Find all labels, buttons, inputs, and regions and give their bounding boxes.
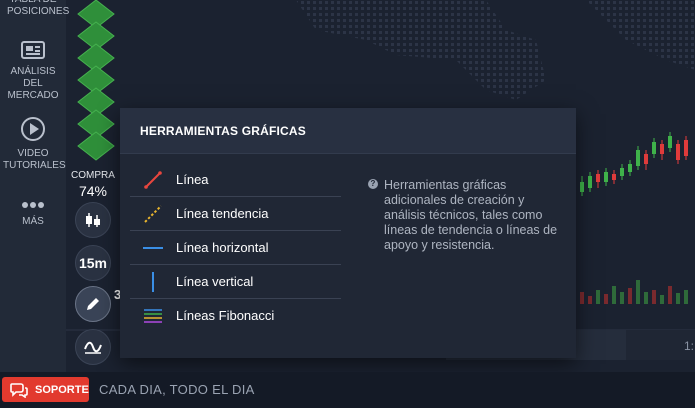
sidebar-item-label: VIDEO TUTORIALES: [3, 148, 66, 171]
tool-label: Línea horizontal: [176, 240, 269, 255]
description-text: Herramientas gráficas adicionales de cre…: [384, 178, 558, 252]
tool-item-line[interactable]: Línea: [130, 163, 341, 197]
sidebar-item-more[interactable]: MÁS: [0, 200, 66, 228]
candlesticks: [580, 132, 688, 196]
tool-label: Líneas Fibonacci: [176, 308, 275, 323]
help-icon: ?: [368, 179, 378, 189]
sidebar-item-market-analysis[interactable]: ANÁLISIS DEL MERCADO: [0, 40, 66, 102]
support-button[interactable]: SOPORTE: [2, 377, 89, 402]
volume-bars: [580, 280, 688, 304]
line-icon: [144, 170, 162, 189]
bottom-bar: SOPORTE CADA DIA, TODO EL DIA: [0, 372, 695, 408]
sidebar-item-label: MÁS: [22, 216, 44, 227]
left-sidebar: TABLA DE POSICIONES ANÁLISIS DEL MERCADO…: [0, 0, 70, 372]
tool-label: Línea: [176, 172, 209, 187]
chart-type-button[interactable]: [75, 202, 111, 238]
support-label: SOPORTE: [35, 383, 89, 396]
tools-menu: Línea Línea tendencia Línea horizontal L…: [130, 163, 341, 332]
sidebar-item-positions[interactable]: TABLA DE POSICIONES: [0, 0, 70, 18]
time-axis-label: 1:: [684, 339, 694, 353]
wave-icon: [84, 341, 102, 354]
chart-toolbar: 15m: [72, 0, 116, 372]
play-icon: [21, 117, 45, 141]
candlestick-icon: [86, 213, 100, 227]
sidebar-item-video-tutorials[interactable]: VIDEO TUTORIALES: [0, 116, 66, 172]
panel-title: HERRAMIENTAS GRÁFICAS: [140, 124, 306, 138]
chart-tools-panel: HERRAMIENTAS GRÁFICAS Línea Línea tenden…: [120, 108, 576, 358]
sidebar-item-label: ANÁLISIS DEL MERCADO: [7, 66, 59, 101]
timeframe-button[interactable]: 15m: [75, 245, 111, 281]
drawing-tools-button[interactable]: [75, 286, 111, 322]
tool-item-trend-line[interactable]: Línea tendencia: [130, 197, 341, 231]
ticker-text: CADA DIA, TODO EL DIA: [99, 382, 255, 397]
sidebar-item-label: TABLA DE POSICIONES: [7, 0, 70, 17]
fibonacci-lines-icon: [144, 308, 162, 323]
horizontal-line-icon: [143, 246, 163, 249]
tool-label: Línea vertical: [176, 274, 254, 289]
tool-item-horizontal-line[interactable]: Línea horizontal: [130, 231, 341, 265]
pencil-icon: [87, 298, 99, 310]
panel-header: HERRAMIENTAS GRÁFICAS: [120, 108, 576, 154]
more-dots-icon: [22, 202, 44, 208]
newspaper-icon: [21, 41, 45, 59]
timeframe-label: 15m: [78, 255, 108, 271]
trend-line-icon: [144, 204, 162, 223]
indicators-button[interactable]: [75, 329, 111, 365]
tool-label: Línea tendencia: [176, 206, 269, 221]
tool-item-vertical-line[interactable]: Línea vertical: [130, 265, 341, 299]
tool-item-fibonacci[interactable]: Líneas Fibonacci: [130, 299, 341, 332]
chat-bubbles-icon: [10, 382, 28, 398]
vertical-line-icon: [152, 271, 154, 292]
